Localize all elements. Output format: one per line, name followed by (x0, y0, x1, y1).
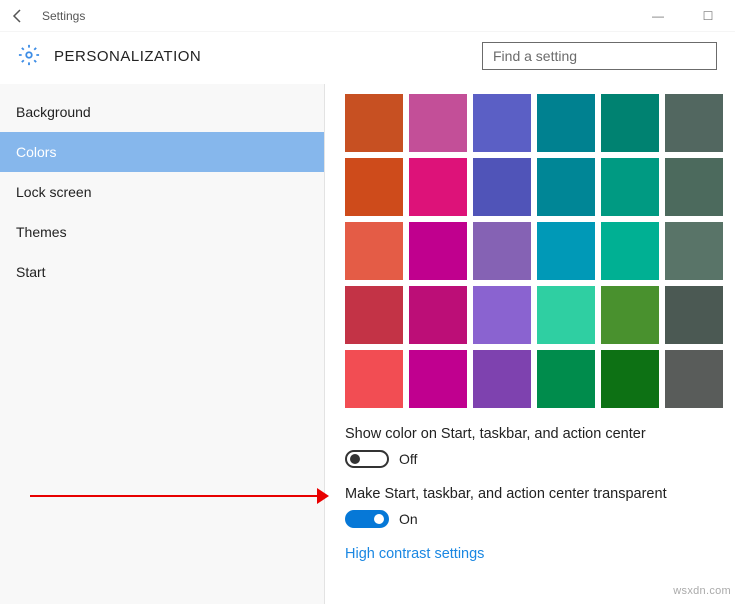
color-swatch[interactable] (601, 222, 659, 280)
window-title: Settings (42, 9, 85, 23)
color-swatch[interactable] (665, 158, 723, 216)
color-swatch[interactable] (345, 350, 403, 408)
annotation-arrow (30, 495, 320, 497)
transparent-state: On (399, 511, 418, 527)
color-swatch[interactable] (665, 350, 723, 408)
maximize-button[interactable]: ☐ (689, 9, 727, 23)
show-color-state: Off (399, 451, 417, 467)
color-swatch[interactable] (665, 94, 723, 152)
color-swatch[interactable] (537, 158, 595, 216)
color-swatch[interactable] (473, 94, 531, 152)
sidebar: Background Colors Lock screen Themes Sta… (0, 84, 325, 604)
color-swatch[interactable] (665, 222, 723, 280)
color-swatch[interactable] (345, 222, 403, 280)
sidebar-item-background[interactable]: Background (0, 92, 324, 132)
watermark: wsxdn.com (673, 585, 731, 597)
search-input[interactable] (482, 42, 717, 70)
sidebar-item-themes[interactable]: Themes (0, 212, 324, 252)
color-swatch[interactable] (409, 350, 467, 408)
color-swatch[interactable] (601, 158, 659, 216)
accent-color-grid (345, 94, 729, 408)
color-swatch[interactable] (345, 94, 403, 152)
sidebar-item-lockscreen[interactable]: Lock screen (0, 172, 324, 212)
high-contrast-link[interactable]: High contrast settings (345, 546, 729, 562)
color-swatch[interactable] (345, 286, 403, 344)
color-swatch[interactable] (473, 222, 531, 280)
color-swatch[interactable] (345, 158, 403, 216)
color-swatch[interactable] (537, 94, 595, 152)
color-swatch[interactable] (665, 286, 723, 344)
transparent-toggle[interactable] (345, 510, 389, 528)
color-swatch[interactable] (537, 286, 595, 344)
color-swatch[interactable] (409, 222, 467, 280)
annotation-arrowhead (317, 488, 329, 504)
color-swatch[interactable] (473, 158, 531, 216)
color-swatch[interactable] (473, 350, 531, 408)
page-title: PERSONALIZATION (54, 48, 201, 65)
color-swatch[interactable] (409, 158, 467, 216)
color-swatch[interactable] (601, 286, 659, 344)
transparent-label: Make Start, taskbar, and action center t… (345, 486, 729, 502)
sidebar-item-start[interactable]: Start (0, 252, 324, 292)
show-color-toggle[interactable] (345, 450, 389, 468)
color-swatch[interactable] (537, 350, 595, 408)
color-swatch[interactable] (409, 286, 467, 344)
color-swatch[interactable] (537, 222, 595, 280)
back-button[interactable] (8, 6, 28, 26)
color-swatch[interactable] (601, 350, 659, 408)
main-panel: Show color on Start, taskbar, and action… (325, 84, 735, 604)
color-swatch[interactable] (409, 94, 467, 152)
show-color-label: Show color on Start, taskbar, and action… (345, 426, 729, 442)
minimize-button[interactable]: — (639, 9, 677, 23)
gear-icon (18, 44, 40, 69)
color-swatch[interactable] (473, 286, 531, 344)
color-swatch[interactable] (601, 94, 659, 152)
sidebar-item-colors[interactable]: Colors (0, 132, 324, 172)
